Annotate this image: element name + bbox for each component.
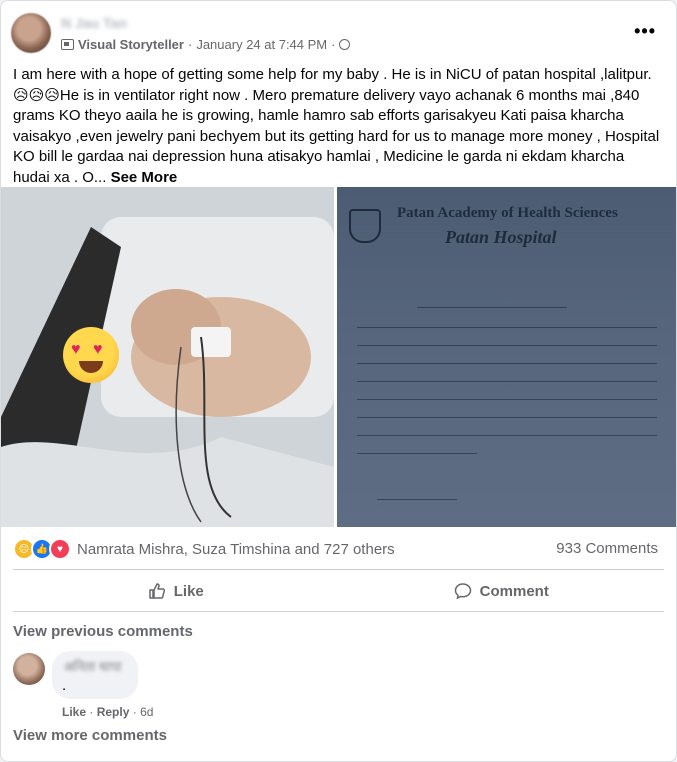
- handwriting-line: [357, 381, 657, 383]
- post-header: N Jau Tan Visual Storyteller · January 2…: [11, 13, 666, 57]
- comment-reply-link[interactable]: Reply: [97, 705, 130, 719]
- handwriting-line: [357, 345, 657, 347]
- post-date[interactable]: January 24 at 7:44 PM: [196, 37, 327, 52]
- comment-author[interactable]: अनिता थापा: [64, 657, 121, 675]
- comment-button[interactable]: Comment: [339, 575, 665, 607]
- action-bar: Like Comment: [13, 575, 664, 607]
- author-avatar[interactable]: [11, 13, 51, 53]
- hospital-seal-icon: [349, 209, 381, 243]
- handwriting-line: [357, 453, 477, 455]
- comment-text: .: [62, 677, 67, 694]
- comment-sep: ·: [132, 705, 141, 719]
- post-text: I am here with a hope of getting some he…: [13, 65, 663, 188]
- post-card: N Jau Tan Visual Storyteller · January 2…: [0, 0, 677, 762]
- photo-baby[interactable]: ♥ ♥: [1, 187, 334, 527]
- like-button[interactable]: Like: [13, 575, 339, 607]
- handwriting-line: [357, 363, 657, 365]
- comment-icon: [454, 583, 471, 600]
- letter-subtitle: Patan Hospital: [445, 227, 557, 247]
- view-more-comments-link[interactable]: View more comments: [13, 727, 167, 744]
- signature-line: [377, 499, 457, 501]
- heart-eyes-emoji-icon: ♥ ♥: [63, 327, 119, 383]
- comment-time[interactable]: 6d: [140, 705, 153, 719]
- reaction-names[interactable]: Namrata Mishra, Suza Timshina and 727 ot…: [77, 541, 395, 558]
- comment-like-link[interactable]: Like: [62, 705, 86, 719]
- like-label: Like: [173, 582, 204, 600]
- handwriting-line: [357, 417, 657, 419]
- comment-label: Comment: [479, 582, 549, 600]
- reactions-summary[interactable]: ☹ 👍 ♥ Namrata Mishra, Suza Timshina and …: [13, 538, 395, 560]
- handwriting-line: [357, 327, 657, 329]
- photo-hospital-letter[interactable]: Patan Academy of Health Sciences Patan H…: [337, 187, 676, 527]
- comments-count[interactable]: 933 Comments: [556, 540, 658, 557]
- handwriting-line: [417, 307, 567, 309]
- page-badge-icon: [61, 39, 74, 50]
- letter-title: Patan Academy of Health Sciences: [397, 205, 618, 221]
- thumbs-up-icon: [148, 583, 165, 599]
- comment-bubble: अनिता थापा .: [52, 651, 138, 699]
- divider: [13, 611, 664, 612]
- post-meta: Visual Storyteller · January 24 at 7:44 …: [61, 37, 351, 52]
- page-label[interactable]: Visual Storyteller: [78, 37, 184, 52]
- audience-globe-icon[interactable]: [339, 39, 351, 50]
- author-name[interactable]: N Jau Tan: [61, 15, 127, 31]
- handwriting-line: [357, 435, 657, 437]
- see-more-link[interactable]: See More: [111, 169, 178, 186]
- comment-sep: ·: [89, 705, 97, 719]
- comment-actions: Like · Reply · 6d: [62, 705, 153, 719]
- handwriting-line: [357, 399, 657, 401]
- view-previous-comments-link[interactable]: View previous comments: [13, 623, 193, 640]
- love-reaction-icon: ♥: [49, 538, 71, 560]
- meta-separator-2: ·: [331, 37, 336, 52]
- post-photos: ♥ ♥ Patan Academy of Health Sciences Pat…: [1, 187, 676, 527]
- commenter-avatar[interactable]: [13, 653, 45, 685]
- photo-baby-illustration: [1, 187, 334, 527]
- meta-separator: ·: [187, 37, 193, 52]
- more-options-icon[interactable]: •••: [634, 21, 656, 42]
- divider: [13, 569, 664, 570]
